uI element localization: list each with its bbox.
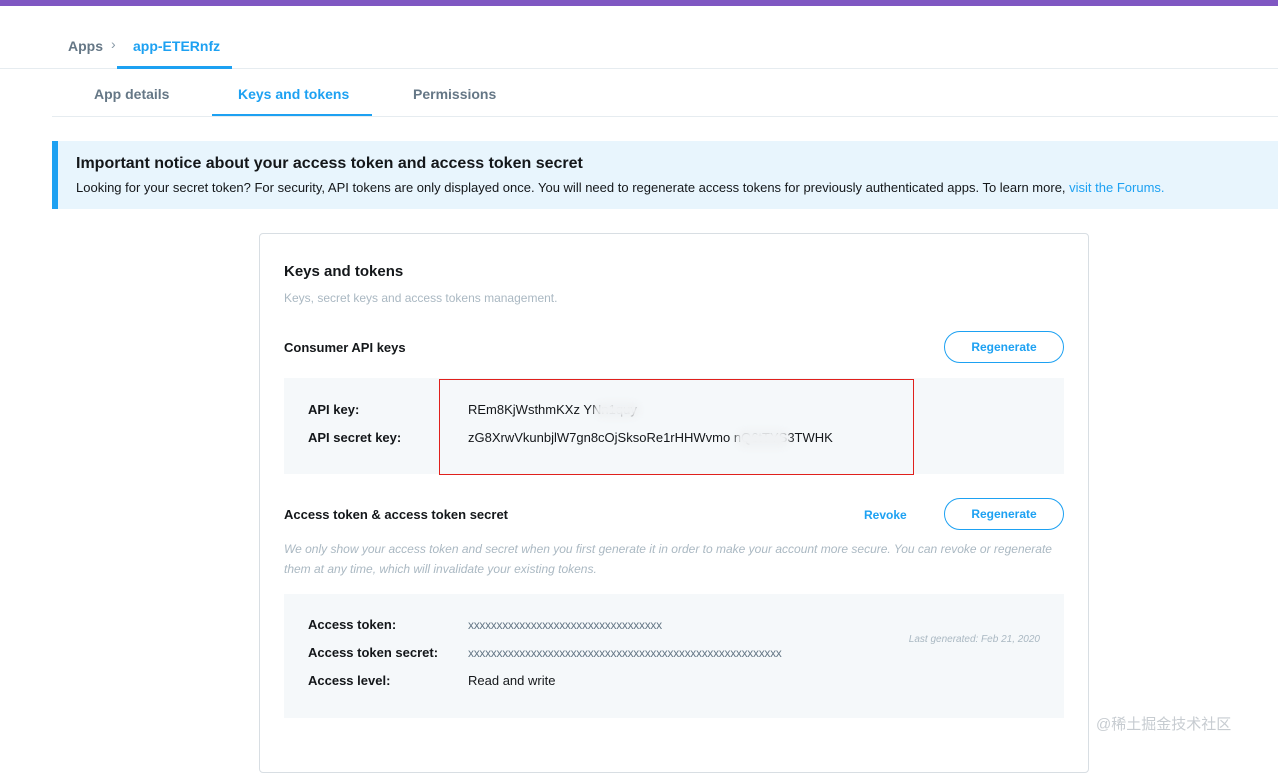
watermark: @稀土掘金技术社区 — [1096, 716, 1232, 733]
access-level-label: Access level: — [308, 673, 391, 688]
breadcrumb-apps-link[interactable]: Apps — [68, 38, 103, 54]
breadcrumb-current-app[interactable]: app-ETERnfz — [133, 38, 220, 54]
api-key-label: API key: — [308, 402, 360, 417]
consumer-keys-title: Consumer API keys — [284, 340, 406, 355]
last-generated-text: Last generated: Feb 21, 2020 — [908, 634, 1040, 645]
highlight-box — [439, 379, 914, 475]
tab-keys-and-tokens[interactable]: Keys and tokens — [238, 86, 349, 102]
access-level-value: Read and write — [468, 673, 556, 688]
access-regenerate-button[interactable]: Regenerate — [944, 498, 1064, 530]
access-secret-value: xxxxxxxxxxxxxxxxxxxxxxxxxxxxxxxxxxxxxxxx… — [468, 646, 782, 660]
api-secret-label: API secret key: — [308, 430, 402, 445]
keys-tokens-card: Keys and tokens Keys, secret keys and ac… — [259, 233, 1089, 773]
consumer-regenerate-button[interactable]: Regenerate — [944, 331, 1064, 363]
access-token-description: We only show your access token and secre… — [284, 542, 1052, 576]
breadcrumb: Apps › app-ETERnfz — [0, 6, 1278, 69]
revoke-button[interactable]: Revoke — [864, 508, 907, 522]
notice-text: Looking for your secret token? For secur… — [76, 180, 1066, 195]
notice-banner: Important notice about your access token… — [52, 141, 1278, 209]
access-secret-label: Access token secret: — [308, 645, 439, 660]
forums-link[interactable]: visit the Forums. — [1069, 180, 1164, 195]
tab-active-indicator — [212, 114, 372, 116]
tab-permissions[interactable]: Permissions — [413, 86, 496, 102]
card-title: Keys and tokens — [284, 263, 404, 280]
access-token-title: Access token & access token secret — [284, 507, 509, 522]
access-token-box: Access token: xxxxxxxxxxxxxxxxxxxxxxxxxx… — [284, 594, 1064, 718]
notice-body: Looking for your secret token? For secur… — [76, 180, 1165, 195]
access-token-label: Access token: — [308, 617, 397, 632]
tab-bar: App details Keys and tokens Permissions — [52, 69, 1278, 117]
access-token-value: xxxxxxxxxxxxxxxxxxxxxxxxxxxxxxxxxx — [468, 618, 662, 632]
notice-title: Important notice about your access token… — [76, 155, 583, 172]
consumer-keys-box: API key: REm8KjWsthmKXz YNn1quy API secr… — [284, 378, 1064, 475]
tab-app-details[interactable]: App details — [94, 86, 169, 102]
card-subtitle: Keys, secret keys and access tokens mana… — [284, 291, 558, 305]
chevron-right-icon: › — [111, 36, 116, 52]
